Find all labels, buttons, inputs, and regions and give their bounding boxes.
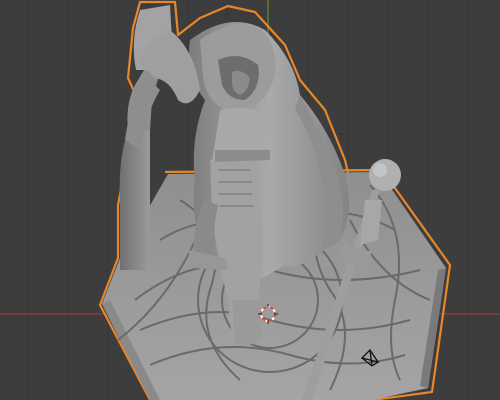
3d-cursor-icon[interactable]: [258, 304, 278, 324]
viewport-overlays: [258, 304, 380, 367]
light-icon[interactable]: [360, 348, 380, 367]
3d-viewport[interactable]: [0, 0, 500, 400]
